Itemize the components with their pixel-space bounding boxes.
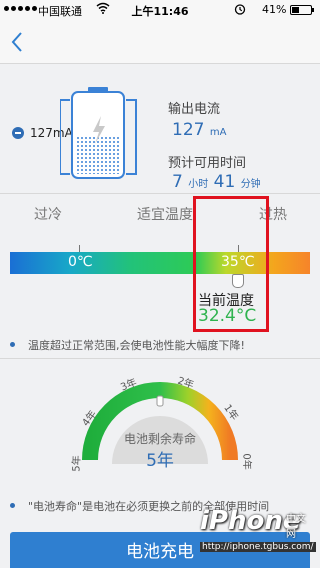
- section-divider: [0, 358, 320, 359]
- remaining-hours: 7: [172, 172, 183, 192]
- bullet-icon: [10, 503, 15, 508]
- watermark-url: http://iphone.tgbus.com/: [200, 542, 316, 552]
- temperature-warning-note: 温度超过正常范围,会使电池性能大幅度下降!: [28, 339, 245, 352]
- output-current-unit: mA: [209, 127, 227, 138]
- output-current-label: 输出电流: [168, 102, 221, 117]
- remaining-time-label: 预计可用时间: [168, 156, 247, 171]
- alarm-icon: [234, 3, 246, 18]
- hours-unit: 小时: [188, 179, 209, 190]
- minutes-unit: 分钟: [240, 179, 261, 190]
- battery-icon: [290, 5, 314, 15]
- remaining-time-value: 7 小时 41 分钟: [172, 172, 261, 192]
- battery-illustration: [60, 87, 137, 179]
- back-chevron-icon[interactable]: [6, 28, 30, 56]
- section-divider: [0, 193, 320, 194]
- bullet-icon: [10, 342, 15, 347]
- battery-percent: 41%: [262, 3, 287, 16]
- temp-normal-label: 适宜温度: [137, 207, 193, 223]
- red-highlight-box: [193, 196, 269, 332]
- output-current-number: 127: [172, 120, 205, 140]
- remaining-life-value: 5年: [146, 451, 174, 471]
- remaining-minutes: 41: [213, 172, 236, 192]
- iphone-site-watermark: iPhone 中文网 http://iphone.tgbus.com/: [198, 506, 316, 556]
- nav-bar: [0, 20, 320, 64]
- temp-cold-label: 过冷: [34, 207, 62, 223]
- status-bar: 中国联通 上午11:46 41%: [0, 0, 320, 20]
- watermark-cn: 中文网: [286, 514, 306, 540]
- output-current-value: 127 mA: [172, 120, 226, 140]
- minus-circle-icon: [12, 127, 24, 139]
- remaining-life-label: 电池剩余寿命: [123, 432, 196, 446]
- temp-low-threshold: 0℃: [68, 254, 93, 270]
